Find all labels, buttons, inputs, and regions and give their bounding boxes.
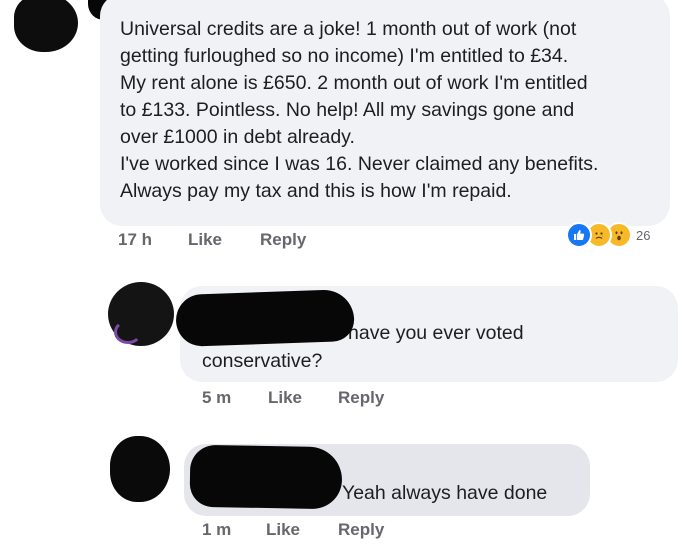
comment-timestamp[interactable]: 17 h xyxy=(118,230,152,250)
like-button[interactable]: Like xyxy=(266,520,300,540)
reaction-count: 26 xyxy=(636,227,651,243)
reply-text: Yeah always have done xyxy=(342,482,548,504)
replier-name-redaction xyxy=(175,288,355,348)
reply-button[interactable]: Reply xyxy=(338,520,384,540)
reply-text-part1: have you ever voted xyxy=(348,322,524,344)
comment-text: Universal credits are a joke! 1 month ou… xyxy=(120,18,599,202)
reply-button[interactable]: Reply xyxy=(260,230,306,250)
reply-text-part2: conservative? xyxy=(202,350,323,372)
commenter-avatar[interactable] xyxy=(14,0,78,52)
replier-name-redaction xyxy=(189,444,343,510)
reaction-summary[interactable]: 26 xyxy=(566,222,650,248)
replier-avatar[interactable] xyxy=(110,436,170,502)
reply-timestamp[interactable]: 5 m xyxy=(202,388,231,408)
replier-avatar[interactable] xyxy=(108,282,174,346)
avatar-accent xyxy=(114,320,142,344)
reply-timestamp[interactable]: 1 m xyxy=(202,520,231,540)
comment-bubble: Universal credits are a joke! 1 month ou… xyxy=(100,0,670,226)
like-icon xyxy=(566,222,592,248)
reply-button[interactable]: Reply xyxy=(338,388,384,408)
like-button[interactable]: Like xyxy=(268,388,302,408)
like-button[interactable]: Like xyxy=(188,230,222,250)
